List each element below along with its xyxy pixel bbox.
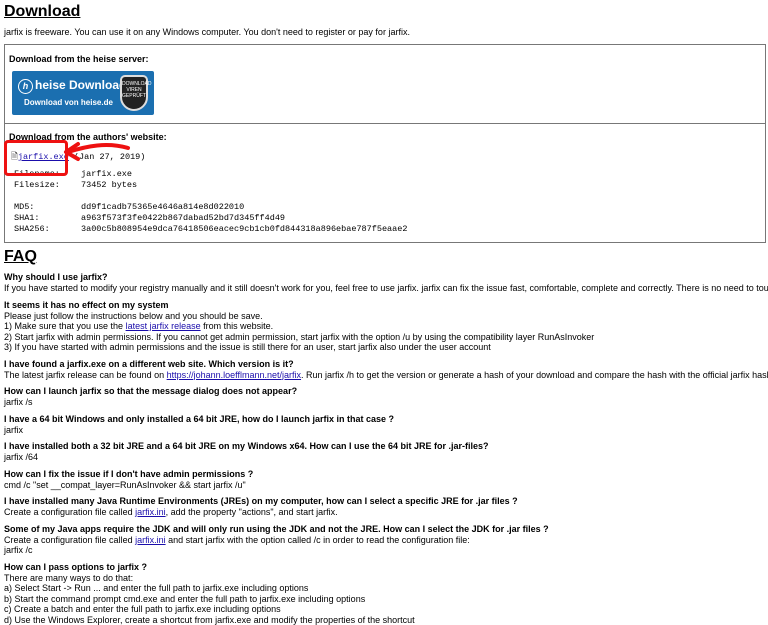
jarfix-homepage-link[interactable]: https://johann.loefflmann.net/jarfix [167,370,301,380]
faq-question: How can I launch jarfix so that the mess… [4,386,768,397]
faq-answer: c) Create a batch and enter the full pat… [4,604,768,615]
sha1-key: SHA1: [14,213,40,223]
faq-section: FAQ Why should I use jarfix? If you have… [4,247,768,625]
faq-answer: jarfix /s [4,397,768,408]
faq-answer: jarfix /c [4,545,768,556]
download-section: Download jarfix is freeware. You can use… [4,0,768,38]
faq-question: Why should I use jarfix? [4,272,768,283]
jarfix-ini-link[interactable]: jarfix.ini [135,535,166,545]
faq-question: I have a 64 bit Windows and only install… [4,414,768,425]
faq-answer: b) Start the command prompt cmd.exe and … [4,594,768,605]
faq-answer: The latest jarfix release can be found o… [4,370,768,381]
faq-answer: jarfix [4,425,768,436]
md5-value: dd9f1cadb75365e4646a814e8d022010 [81,202,244,212]
faq-answer: 1) Make sure that you use the latest jar… [4,321,768,332]
faq-answer: a) Select Start -> Run ... and enter the… [4,583,768,594]
faq-question: How can I fix the issue if I don't have … [4,469,768,480]
heise-label: Download from the heise server: [9,54,149,64]
faq-question: How can I pass options to jarfix ? [4,562,768,573]
sha1-value: a963f573f3fe0422b867dabad52bd7d345ff4d49 [81,213,285,223]
faq-question: I have found a jarfix.exe on a different… [4,359,768,370]
faq-answer: There are many ways to do that: [4,573,768,584]
virus-checked-shield-icon: DOWNLOAD VIREN GEPRÜFT [120,75,148,111]
filesize-key: Filesize: [14,180,60,190]
md5-key: MD5: [14,202,34,212]
faq-question: It seems it has no effect on my system [4,300,768,311]
faq-answer: 2) Start jarfix with admin permissions. … [4,332,768,343]
faq-question: Some of my Java apps require the JDK and… [4,524,768,535]
filesize-value: 73452 bytes [81,180,137,190]
faq-answer: jarfix /64 [4,452,768,463]
latest-release-link[interactable]: latest jarfix release [126,321,201,331]
faq-answer: cmd /c "set __compat_layer=RunAsInvoker … [4,480,768,491]
faq-answer: If you have started to modify your regis… [4,283,768,294]
faq-answer: Please just follow the instructions belo… [4,311,768,322]
sha256-value: 3a00c5b808954e9dca76418506eacec9cb1cb0fd… [81,224,407,234]
red-annotation-box [4,140,68,176]
faq-answer: d) Use the Windows Explorer, create a sh… [4,615,768,625]
heise-section: Download from the heise server: hheise D… [5,45,765,124]
heise-badge-sub: Download von heise.de [24,98,113,107]
faq-question: I have installed many Java Runtime Envir… [4,496,768,507]
download-title: Download [4,2,768,21]
heise-logo-icon: h [18,79,33,94]
faq-question: I have installed both a 32 bit JRE and a… [4,441,768,452]
faq-answer: 3) If you have started with admin permis… [4,342,768,353]
filename-value: jarfix.exe [81,169,132,179]
faq-answer: Create a configuration file called jarfi… [4,535,768,546]
faq-title: FAQ [4,247,768,266]
sha256-key: SHA256: [14,224,50,234]
download-intro: jarfix is freeware. You can use it on an… [4,26,768,38]
heise-download-badge[interactable]: hheise Download Download von heise.de DO… [12,71,154,115]
heise-badge-title: heise Download [35,78,126,92]
jarfix-ini-link[interactable]: jarfix.ini [135,507,166,517]
faq-answer: Create a configuration file called jarfi… [4,507,768,518]
red-annotation-arrow [62,140,132,162]
